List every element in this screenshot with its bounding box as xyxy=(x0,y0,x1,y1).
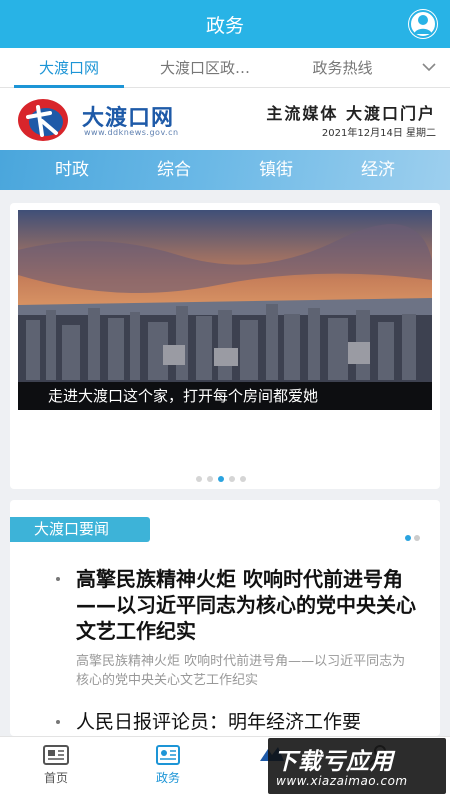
site-logo-icon xyxy=(18,99,68,141)
site-logo-url: www.ddknews.gov.cn xyxy=(84,128,179,137)
category-politics[interactable]: 时政 xyxy=(32,150,112,190)
tab-gov-hotline[interactable]: 政务热线 xyxy=(295,48,390,88)
news-pager-dot-active[interactable] xyxy=(405,535,411,541)
category-economy[interactable]: 经济 xyxy=(338,150,418,190)
news-item-summary[interactable]: 高擎民族精神火炬 吹响时代前进号角——以习近平同志为核心的党中央关心文艺工作纪实 xyxy=(76,652,418,690)
category-general[interactable]: 综合 xyxy=(134,150,214,190)
chevron-down-icon[interactable] xyxy=(422,60,436,74)
channel-tabs: 大渡口网 大渡口区政… 政务热线 xyxy=(0,48,450,88)
nav-home-label: 首页 xyxy=(43,771,68,785)
carousel-dot-active[interactable] xyxy=(218,476,224,482)
newspaper-icon xyxy=(43,745,69,765)
carousel-dot[interactable] xyxy=(229,476,235,482)
user-icon xyxy=(409,10,437,38)
nav-government-label: 政务 xyxy=(155,771,180,785)
banner-caption[interactable]: 走进大渡口这个家，打开每个房间都爱她 xyxy=(18,382,432,410)
news-pager-dot[interactable] xyxy=(414,535,420,541)
list-bullet xyxy=(56,577,60,581)
watermark-url: www.xiazaimao.com xyxy=(276,774,408,788)
nav-government[interactable]: 政务 xyxy=(128,737,208,800)
news-item-title[interactable]: 高擎民族精神火炬 吹响时代前进号角——以习近平同志为核心的党中央关心文艺工作纪实 xyxy=(76,566,420,644)
carousel-dot[interactable] xyxy=(196,476,202,482)
news-pager xyxy=(402,526,420,545)
government-icon xyxy=(156,745,180,765)
news-item-title[interactable]: 人民日报评论员：明年经济工作要 xyxy=(76,708,421,736)
top-app-bar: 政务 xyxy=(0,0,450,48)
category-towns[interactable]: 镇街 xyxy=(236,150,316,190)
current-date: 2021年12月14日 星期二 xyxy=(321,128,436,139)
tab-district-gov[interactable]: 大渡口区政… xyxy=(140,48,270,88)
banner-image[interactable] xyxy=(18,210,432,410)
watermark-text: 下载亏应用 xyxy=(274,749,394,775)
carousel-dot[interactable] xyxy=(240,476,246,482)
city-skyline-image xyxy=(18,210,432,410)
site-slogan: 主流媒体 大渡口门户 xyxy=(266,104,436,123)
section-label[interactable]: 大渡口要闻 xyxy=(10,517,150,542)
carousel-dot[interactable] xyxy=(207,476,213,482)
site-watermark: 下载亏应用 www.xiazaimao.com xyxy=(268,738,446,794)
category-nav: 时政 综合 镇街 经济 xyxy=(0,150,450,190)
tab-daduokou-net[interactable]: 大渡口网 xyxy=(14,48,124,88)
list-bullet xyxy=(56,720,60,724)
page-title: 政务 xyxy=(205,15,244,37)
nav-home[interactable]: 首页 xyxy=(16,737,96,800)
carousel-indicator xyxy=(196,467,251,482)
user-profile-button[interactable] xyxy=(408,9,438,39)
